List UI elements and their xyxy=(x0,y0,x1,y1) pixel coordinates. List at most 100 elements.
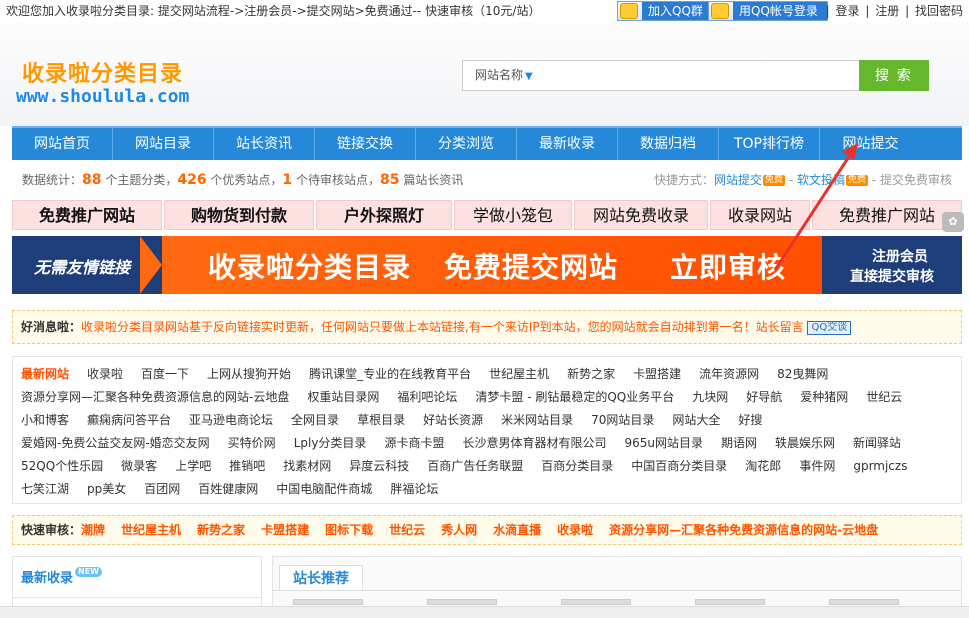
nav-latest[interactable]: 最新收录 xyxy=(517,128,618,160)
promo-banner[interactable]: 无需友情链接 收录啦分类目录 免费提交网站 立即审核 注册会员 直接提交审核 xyxy=(12,236,962,294)
qq-login-button[interactable]: 用QQ帐号登录 xyxy=(708,1,828,21)
latest-sites-label[interactable]: 最新网站 xyxy=(21,367,69,381)
site-link[interactable]: 推销吧 xyxy=(229,459,265,473)
site-link[interactable]: 新势之家 xyxy=(567,367,615,381)
site-link[interactable]: 百团网 xyxy=(144,482,180,496)
thumbnail[interactable] xyxy=(561,599,631,605)
qq-chat-button[interactable]: QQ交谈 xyxy=(807,320,852,335)
site-link[interactable]: 源卡商卡盟 xyxy=(384,436,444,450)
site-link[interactable]: 百度一下 xyxy=(141,367,189,381)
site-link[interactable]: 异度云科技 xyxy=(349,459,409,473)
site-link[interactable]: 爱种猪网 xyxy=(800,390,848,404)
site-link[interactable]: 52QQ个性乐园 xyxy=(21,459,103,473)
site-link[interactable]: 找素材网 xyxy=(283,459,331,473)
paw-icon[interactable]: ✿ xyxy=(942,212,964,232)
site-link[interactable]: 事件网 xyxy=(799,459,835,473)
site-link[interactable]: 世纪屋主机 xyxy=(489,367,549,381)
site-link[interactable]: Lply分类目录 xyxy=(294,436,367,450)
thumbnail[interactable] xyxy=(695,599,765,605)
site-link[interactable]: 买特价网 xyxy=(228,436,276,450)
quick-review-link[interactable]: 收录啦 xyxy=(557,523,593,537)
quick-review-link[interactable]: 新势之家 xyxy=(197,523,245,537)
site-link[interactable]: 亚马逊电商论坛 xyxy=(189,413,273,427)
site-link[interactable]: 中国百商分类目录 xyxy=(631,459,727,473)
shortcut-submit-site[interactable]: 网站提交 xyxy=(714,173,762,187)
site-link[interactable]: 草根目录 xyxy=(357,413,405,427)
site-link[interactable]: 965u网站目录 xyxy=(624,436,703,450)
site-link[interactable]: 权重站目录网 xyxy=(307,390,379,404)
site-link[interactable]: 上网从搜狗开始 xyxy=(207,367,291,381)
login-link[interactable]: 登录 xyxy=(836,4,860,18)
nav-archive[interactable]: 数据归档 xyxy=(618,128,719,160)
site-link[interactable]: 资源分享网—汇聚各种免费资源信息的网站-云地盘 xyxy=(21,390,289,404)
site-link[interactable]: 长沙意男体育器材有限公司 xyxy=(462,436,606,450)
quick-review-link[interactable]: 潮牌 xyxy=(81,523,105,537)
site-link[interactable]: 小和博客 xyxy=(21,413,69,427)
nav-home[interactable]: 网站首页 xyxy=(12,128,113,160)
site-link[interactable]: 爱婚网-免费公益交友网-婚恋交友网 xyxy=(21,436,210,450)
horizontal-scrollbar[interactable] xyxy=(0,606,969,618)
site-link[interactable]: 轶晨娱乐网 xyxy=(775,436,835,450)
site-link[interactable]: 九块网 xyxy=(692,390,728,404)
site-link[interactable]: 淘花郎 xyxy=(745,459,781,473)
nav-category-browse[interactable]: 分类浏览 xyxy=(416,128,517,160)
site-link[interactable]: 福利吧论坛 xyxy=(397,390,457,404)
site-link[interactable]: 百商广告任务联盟 xyxy=(427,459,523,473)
site-link[interactable]: 世纪云 xyxy=(866,390,902,404)
nav-link-exchange[interactable]: 链接交换 xyxy=(315,128,416,160)
ad-link[interactable]: 收录网站 xyxy=(710,200,810,230)
search-input[interactable] xyxy=(545,61,859,90)
ad-link[interactable]: 户外探照灯 xyxy=(316,200,452,230)
site-link[interactable]: 好站长资源 xyxy=(423,413,483,427)
site-link[interactable]: 百商分类目录 xyxy=(541,459,613,473)
ad-link[interactable]: 免费推广网站 xyxy=(812,200,962,230)
site-link[interactable]: 七笑江湖 xyxy=(21,482,69,496)
site-link[interactable]: 米米网站目录 xyxy=(501,413,573,427)
site-link[interactable]: 收录啦 xyxy=(87,367,123,381)
quick-review-link[interactable]: 图标下载 xyxy=(325,523,373,537)
site-link[interactable]: 中国电脑配件商城 xyxy=(276,482,372,496)
site-link[interactable]: 期语网 xyxy=(721,436,757,450)
shortcut-article-submit[interactable]: 软文投稿 xyxy=(797,173,845,187)
thumbnail[interactable] xyxy=(427,599,497,605)
site-link[interactable]: 上学吧 xyxy=(175,459,211,473)
ad-link[interactable]: 网站免费收录 xyxy=(574,200,708,230)
site-link[interactable]: 新闻驿站 xyxy=(853,436,901,450)
ad-link[interactable]: 免费推广网站 xyxy=(12,200,162,230)
site-link[interactable]: 网站大全 xyxy=(672,413,720,427)
site-link[interactable]: 微录客 xyxy=(121,459,157,473)
tab-webmaster-recommend[interactable]: 站长推荐 xyxy=(279,565,363,591)
quick-review-link[interactable]: 世纪屋主机 xyxy=(121,523,181,537)
thumbnail[interactable] xyxy=(293,599,363,605)
site-link[interactable]: gprmjczs xyxy=(853,459,907,473)
ad-link[interactable]: 购物货到付款 xyxy=(164,200,314,230)
quick-review-link[interactable]: 世纪云 xyxy=(389,523,425,537)
thumbnail[interactable] xyxy=(829,599,899,605)
search-type-select[interactable]: 网站名称 ▼ xyxy=(463,61,545,90)
site-link[interactable]: 全网目录 xyxy=(291,413,339,427)
nav-directory[interactable]: 网站目录 xyxy=(113,128,214,160)
quick-review-link[interactable]: 资源分享网—汇聚各种免费资源信息的网站-云地盘 xyxy=(609,523,878,537)
site-link[interactable]: 癫痫病问答平台 xyxy=(87,413,171,427)
site-link[interactable]: 胖福论坛 xyxy=(390,482,438,496)
shortcut-free-review[interactable]: 提交免费审核 xyxy=(880,173,952,187)
site-link[interactable]: 腾讯课堂_专业的在线教育平台 xyxy=(309,367,471,381)
forgot-password-link[interactable]: 找回密码 xyxy=(915,4,963,18)
site-link[interactable]: 清梦卡盟 - 刷钻最稳定的QQ业务平台 xyxy=(475,390,674,404)
quick-review-link[interactable]: 卡盟搭建 xyxy=(261,523,309,537)
nav-top-rank[interactable]: TOP排行榜 xyxy=(719,128,820,160)
site-logo-cn[interactable]: 收录啦分类目录 xyxy=(22,56,183,88)
site-link[interactable]: 82曳舞网 xyxy=(777,367,828,381)
site-link[interactable]: 70网站目录 xyxy=(591,413,654,427)
site-link[interactable]: 百姓健康网 xyxy=(198,482,258,496)
nav-submit-site[interactable]: 网站提交 xyxy=(820,128,921,160)
site-link[interactable]: 卡盟搭建 xyxy=(633,367,681,381)
site-link[interactable]: 好搜 xyxy=(738,413,762,427)
register-link[interactable]: 注册 xyxy=(875,4,899,18)
nav-news[interactable]: 站长资讯 xyxy=(214,128,315,160)
site-link[interactable]: 流年资源网 xyxy=(699,367,759,381)
quick-review-link[interactable]: 秀人网 xyxy=(441,523,477,537)
site-link[interactable]: pp美女 xyxy=(87,482,126,496)
site-logo-url[interactable]: www.shoulula.com xyxy=(16,86,189,107)
ad-link[interactable]: 学做小笼包 xyxy=(454,200,572,230)
